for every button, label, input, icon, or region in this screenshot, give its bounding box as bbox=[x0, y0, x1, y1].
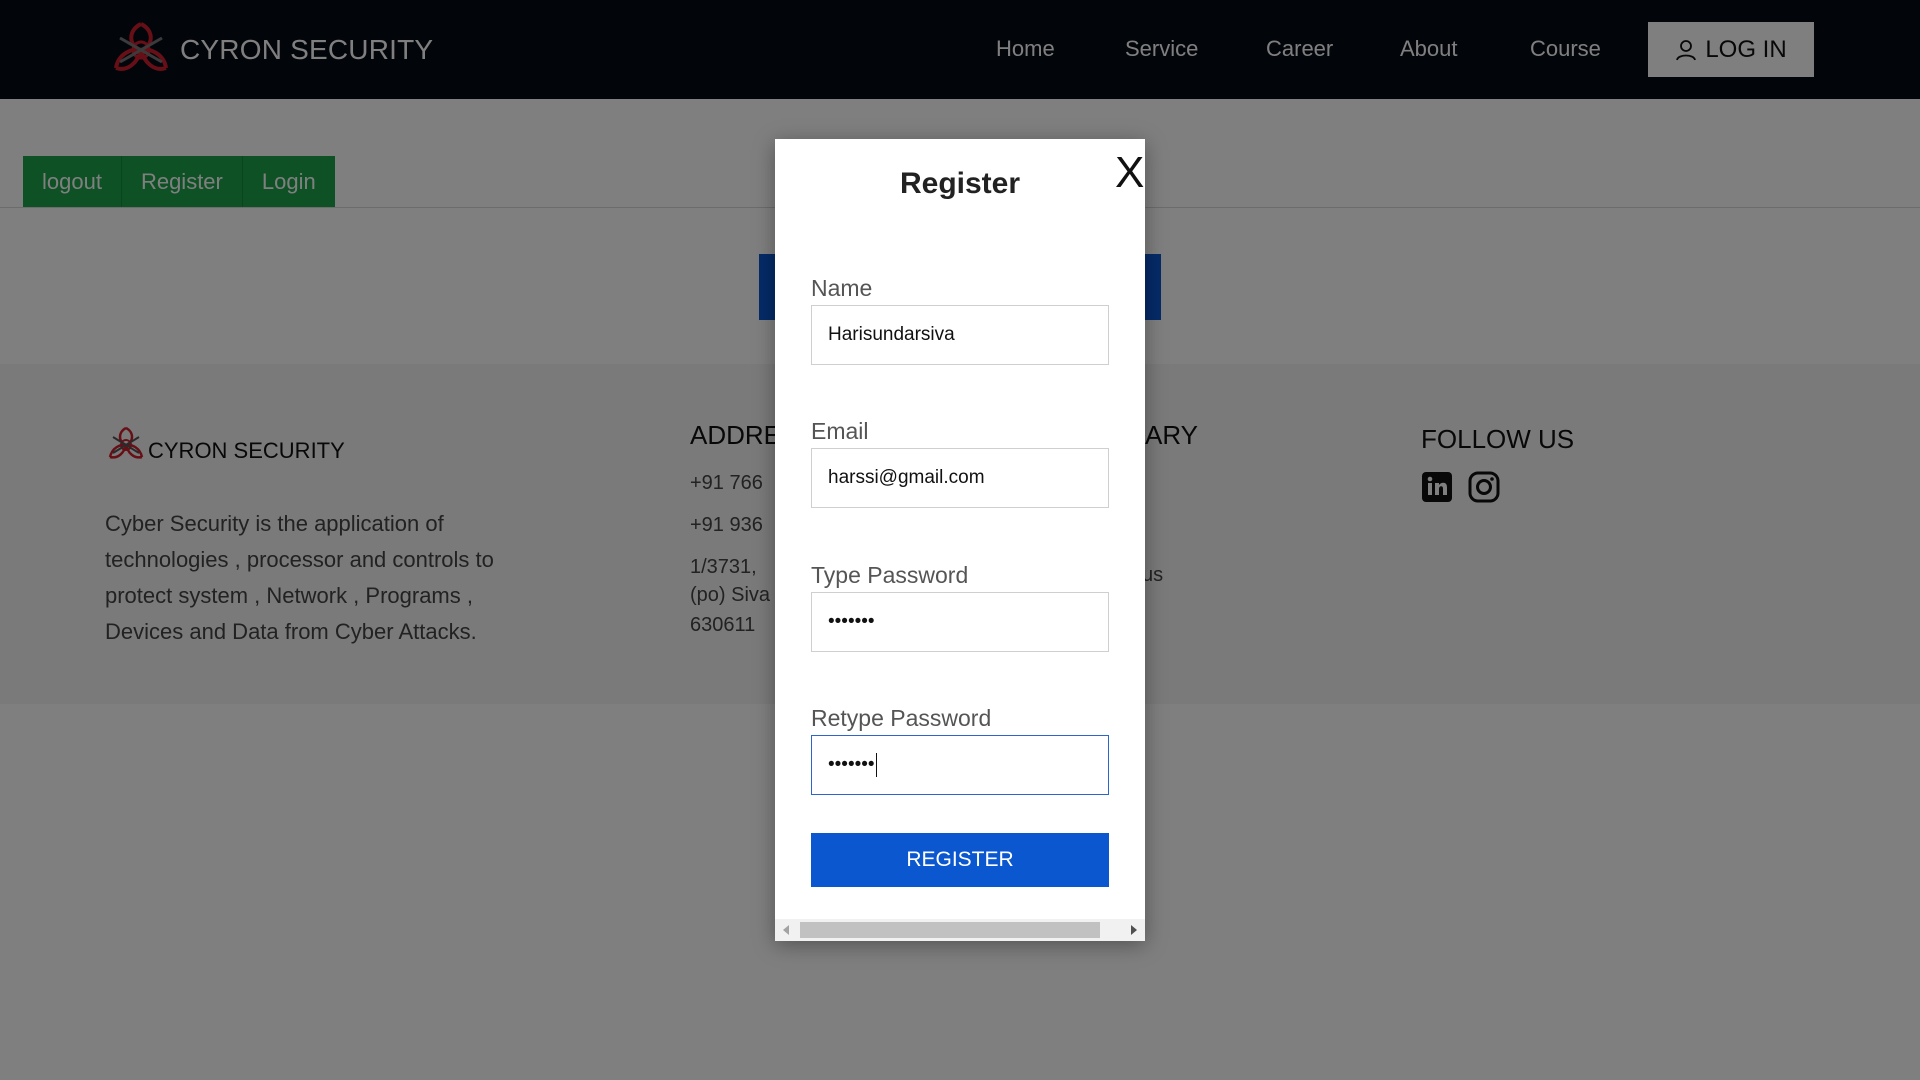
scroll-right-arrow-icon[interactable] bbox=[1131, 925, 1137, 935]
name-input[interactable]: Harisundarsiva bbox=[811, 305, 1109, 365]
password-label: Type Password bbox=[811, 562, 969, 588]
register-submit-button[interactable]: REGISTER bbox=[811, 833, 1109, 887]
email-label: Email bbox=[811, 418, 869, 444]
retype-password-input[interactable]: ••••••• bbox=[811, 735, 1109, 795]
password-value: ••••••• bbox=[828, 611, 875, 632]
scroll-left-arrow-icon[interactable] bbox=[783, 925, 789, 935]
name-value: Harisundarsiva bbox=[828, 324, 955, 345]
email-value: harssi@gmail.com bbox=[828, 467, 985, 488]
password-input[interactable]: ••••••• bbox=[811, 592, 1109, 652]
horizontal-scrollbar[interactable] bbox=[775, 919, 1145, 941]
modal-title: Register bbox=[899, 167, 1021, 200]
text-caret bbox=[875, 753, 877, 777]
retype-password-value: ••••••• bbox=[828, 754, 875, 775]
retype-password-label: Retype Password bbox=[811, 705, 992, 731]
scrollbar-thumb[interactable] bbox=[800, 922, 1100, 938]
email-input[interactable]: harssi@gmail.com bbox=[811, 448, 1109, 508]
register-modal: Register X Name Harisundarsiva Email har… bbox=[775, 139, 1145, 941]
name-label: Name bbox=[811, 275, 873, 301]
close-button[interactable]: X bbox=[1115, 151, 1144, 195]
